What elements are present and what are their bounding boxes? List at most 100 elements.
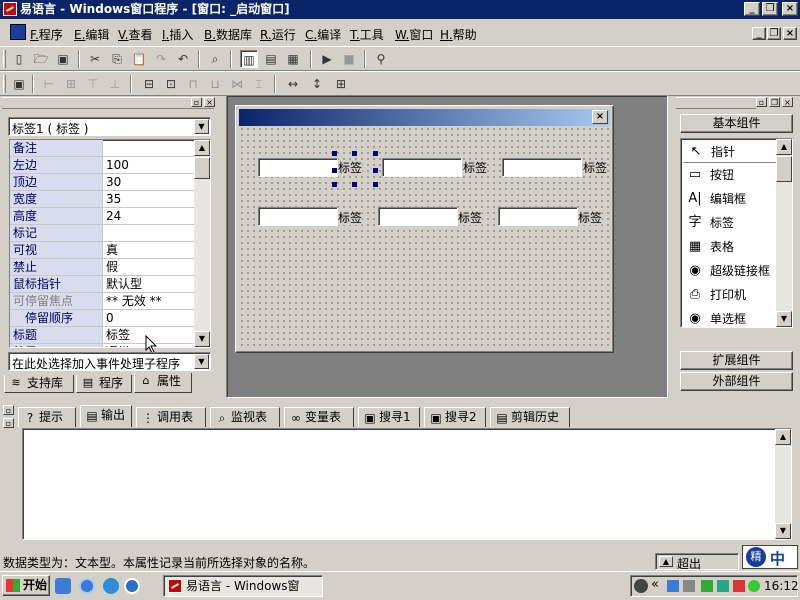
label-control[interactable]: 标签: [458, 211, 483, 225]
tray-monitor-icon[interactable]: [683, 580, 695, 592]
menu-window[interactable]: W.窗口: [395, 26, 433, 43]
undo-icon[interactable]: ↶: [174, 50, 192, 68]
label-control-selected[interactable]: 标签: [338, 161, 363, 175]
mode-toggle-icon[interactable]: ▲: [659, 556, 673, 567]
form-close-icon[interactable]: ×: [592, 110, 608, 124]
title-bar[interactable]: 易语言 - Windows窗口程序 - [窗口: _启动窗口] _ ❐ ×: [0, 0, 800, 19]
edit-box[interactable]: [498, 207, 578, 226]
size-width-icon[interactable]: ↔: [284, 75, 302, 93]
tray-status-icon[interactable]: [748, 580, 760, 592]
tab-hint[interactable]: ? 提示: [18, 407, 76, 427]
layout-view3-icon[interactable]: ▦: [284, 50, 302, 68]
tray-app-icon[interactable]: [634, 579, 648, 593]
tab-properties[interactable]: ⌂ 属性: [134, 373, 192, 393]
copy-icon[interactable]: ⎘: [108, 50, 126, 68]
tab-search1[interactable]: ▣ 搜寻1: [358, 407, 420, 427]
property-row[interactable]: 标题 标签: [10, 327, 202, 344]
paste-icon[interactable]: 📋: [130, 50, 148, 68]
align-bottom-icon[interactable]: ⊥: [106, 75, 124, 93]
save-icon[interactable]: ▣: [54, 50, 72, 68]
close-button[interactable]: ×: [782, 2, 798, 16]
menu-database[interactable]: B.数据库: [204, 26, 252, 43]
tab-support-library[interactable]: ≋ 支持库: [4, 375, 74, 393]
output-scrollbar[interactable]: ▲ ▼: [775, 429, 791, 539]
property-row[interactable]: 标记: [10, 225, 202, 242]
tray-battery-icon[interactable]: [701, 580, 713, 592]
menu-program[interactable]: F.程序: [30, 26, 63, 43]
same-height-icon[interactable]: ⊔: [206, 75, 224, 93]
property-row[interactable]: 可视真: [10, 242, 202, 259]
dropdown-arrow-icon[interactable]: ▼: [194, 119, 209, 134]
panel-close-button[interactable]: ×: [204, 97, 215, 107]
scroll-thumb[interactable]: [776, 156, 792, 182]
center-horizontal-icon[interactable]: ⊟: [140, 75, 158, 93]
edit-box[interactable]: [378, 207, 458, 226]
selection-handle[interactable]: [373, 151, 378, 156]
label-control[interactable]: 标签: [578, 211, 603, 225]
property-value[interactable]: 24: [106, 208, 121, 224]
label-control[interactable]: 标签: [583, 161, 608, 175]
scroll-thumb[interactable]: [194, 157, 210, 179]
same-width-icon[interactable]: ⊓: [184, 75, 202, 93]
menu-tools[interactable]: T.工具: [350, 26, 384, 43]
property-row[interactable]: 禁止假: [10, 259, 202, 276]
menu-compile[interactable]: C.编译: [305, 26, 341, 43]
property-value[interactable]: 假: [106, 259, 118, 275]
selection-handle[interactable]: [332, 151, 337, 156]
dropdown-arrow-icon[interactable]: ▼: [194, 354, 209, 369]
panel-float-button[interactable]: ▫: [3, 405, 14, 415]
basic-components-button[interactable]: 基本组件: [680, 114, 793, 133]
edit-box[interactable]: [502, 158, 582, 177]
binoculars-icon[interactable]: ⚲: [372, 50, 390, 68]
selection-handle[interactable]: [352, 151, 357, 156]
tray-network-icon[interactable]: [667, 580, 679, 592]
tab-watch[interactable]: ⌕ 监视表: [210, 407, 280, 427]
menu-run[interactable]: R.运行: [260, 26, 296, 43]
panel-minimize-button[interactable]: ▫: [3, 418, 14, 428]
clock[interactable]: 16:12: [764, 579, 799, 593]
component-item[interactable]: ⎙ 打印机: [683, 284, 777, 307]
property-value[interactable]: 标签: [106, 327, 130, 343]
cut-icon[interactable]: ✂: [86, 50, 104, 68]
restore-button[interactable]: ❐: [762, 2, 778, 16]
tab-output[interactable]: ▤ 输出: [80, 405, 132, 427]
grid-icon[interactable]: ⊞: [332, 75, 350, 93]
panel-float-button[interactable]: ❐: [769, 97, 780, 107]
tab-clipboard[interactable]: ▤ 剪辑历史: [490, 407, 570, 427]
property-row[interactable]: 宽度 35: [10, 191, 202, 208]
scroll-up-icon[interactable]: ▲: [776, 139, 792, 155]
form-icon[interactable]: ▣: [10, 75, 28, 93]
edit-box[interactable]: [258, 207, 338, 226]
component-item[interactable]: ↖ 指针: [683, 140, 777, 163]
layout-view2-icon[interactable]: ▤: [262, 50, 280, 68]
scroll-down-icon[interactable]: ▼: [775, 523, 791, 539]
media-icon[interactable]: [124, 578, 140, 594]
minimize-button[interactable]: _: [744, 2, 760, 16]
property-row[interactable]: 效果通常: [10, 344, 202, 347]
align-center-icon[interactable]: ⊞: [62, 75, 80, 93]
menu-view[interactable]: V.查看: [118, 26, 153, 43]
output-text-area[interactable]: ▲ ▼: [22, 428, 792, 540]
selection-handle[interactable]: [352, 182, 357, 187]
mdi-close-button[interactable]: ×: [783, 27, 797, 40]
desktop-icon[interactable]: [55, 578, 71, 594]
space-horizontal-icon[interactable]: ⋈: [228, 75, 246, 93]
ie-icon[interactable]: [79, 578, 95, 594]
selection-handle[interactable]: [373, 168, 378, 173]
ime-mode[interactable]: 中: [770, 548, 785, 569]
align-top-icon[interactable]: ⊤: [84, 75, 102, 93]
property-value[interactable]: 真: [106, 242, 118, 258]
event-selector[interactable]: 在此处选择加入事件处理子程序 ▼: [8, 352, 211, 371]
component-item[interactable]: ▭ 按钮: [683, 164, 777, 187]
selection-handle[interactable]: [332, 168, 337, 173]
tray-security-icon[interactable]: [733, 580, 745, 592]
menu-help[interactable]: H.帮助: [440, 26, 477, 43]
external-components-button[interactable]: 外部组件: [680, 372, 793, 391]
outlook-icon[interactable]: [103, 578, 119, 594]
property-row[interactable]: 停留顺序 0: [10, 310, 202, 327]
mdi-minimize-button[interactable]: _: [752, 27, 766, 40]
form-canvas[interactable]: 标签 标签 标签 标签 标签 标签: [239, 126, 610, 349]
property-row[interactable]: 鼠标指针 默认型: [10, 276, 202, 293]
layout-view1-icon[interactable]: ▥: [240, 50, 258, 68]
chevron-left-icon[interactable]: «: [651, 577, 659, 592]
